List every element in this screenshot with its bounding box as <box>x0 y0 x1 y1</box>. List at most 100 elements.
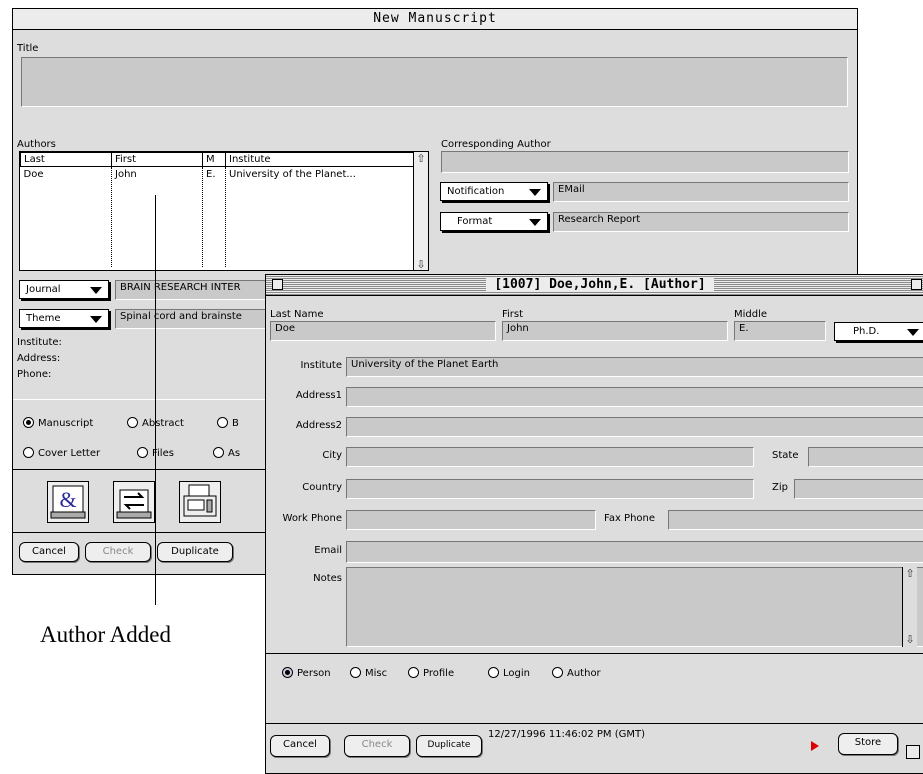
format-value: Research Report <box>553 212 849 232</box>
email-field[interactable] <box>346 541 923 563</box>
popup-arrow-icon <box>907 329 919 336</box>
theme-popup-label: Theme <box>26 313 61 324</box>
pointer-line <box>155 195 156 605</box>
resize-grip-icon[interactable] <box>906 745 920 759</box>
close-box-icon[interactable] <box>272 279 283 290</box>
degree-popup[interactable]: Ph.D. <box>834 322 923 341</box>
author-separator <box>266 653 923 654</box>
title-field[interactable] <box>21 57 848 107</box>
table-row[interactable]: Doe John E. University of the Planet... <box>21 166 415 267</box>
work-phone-label: Work Phone <box>282 513 342 524</box>
fax-phone-label: Fax Phone <box>604 513 656 524</box>
author-window: [1007] Doe,John,E. [Author] Last Name Do… <box>265 274 923 774</box>
address1-field[interactable] <box>346 387 923 407</box>
author-bottom-separator <box>266 723 923 724</box>
country-field[interactable] <box>346 479 754 499</box>
radio-dot <box>137 447 148 458</box>
authors-scrollbar[interactable]: ⇧ ⇩ <box>413 152 428 270</box>
author-last-cell: Doe <box>23 169 44 180</box>
check-button[interactable]: Check <box>85 542 151 562</box>
author-added-caption: Author Added <box>40 622 171 647</box>
cancel-button[interactable]: Cancel <box>270 735 330 757</box>
radio-dot <box>552 667 563 678</box>
popup-arrow-icon <box>90 316 102 323</box>
radio-b[interactable]: B <box>217 417 239 429</box>
ampersand-document-icon-graphic: & <box>50 485 86 519</box>
popup-arrow-icon <box>529 219 541 226</box>
radio-dot <box>282 667 293 678</box>
work-phone-field[interactable] <box>346 510 596 530</box>
transfer-icon-graphic <box>116 489 152 519</box>
middle-name-field[interactable]: E. <box>734 321 826 341</box>
journal-popup[interactable]: Journal <box>19 280 109 299</box>
radio-label: B <box>232 418 239 429</box>
radio-login[interactable]: Login <box>488 667 530 679</box>
scroll-down-arrow-icon[interactable]: ⇩ <box>414 258 428 270</box>
state-field[interactable] <box>808 447 923 467</box>
radio-manuscript[interactable]: Manuscript <box>23 417 93 429</box>
timestamp: 12/27/1996 11:46:02 PM (GMT) <box>488 729 646 740</box>
radio-dot <box>23 447 34 458</box>
radio-as[interactable]: As <box>213 447 240 459</box>
corresponding-author-field[interactable] <box>441 151 849 173</box>
radio-dot <box>213 447 224 458</box>
radio-profile[interactable]: Profile <box>408 667 454 679</box>
theme-value: Spinal cord and brainste <box>115 309 275 329</box>
city-field[interactable] <box>346 447 754 467</box>
notification-value: EMail <box>553 182 849 202</box>
author-window-titlebar[interactable]: [1007] Doe,John,E. [Author] <box>266 275 923 296</box>
radio-label: Abstract <box>142 418 184 429</box>
institute-field[interactable]: University of the Planet Earth <box>346 357 923 377</box>
column-header-institute[interactable]: Institute <box>225 152 415 167</box>
duplicate-button[interactable]: Duplicate <box>416 735 482 757</box>
radio-cover-letter[interactable]: Cover Letter <box>23 447 100 459</box>
fax-machine-icon[interactable] <box>179 481 221 523</box>
authors-table: Last First M Institute Doe John E. Unive… <box>20 152 415 267</box>
radio-person[interactable]: Person <box>282 667 331 679</box>
author-institute-cell: University of the Planet... <box>225 166 415 267</box>
notes-scrollbar[interactable]: ⇧ ⇩ <box>902 567 917 647</box>
zoom-box-icon[interactable] <box>911 279 922 290</box>
journal-value: BRAIN RESEARCH INTER <box>115 280 275 300</box>
authors-header-row: Last First M Institute <box>20 152 415 167</box>
authors-label: Authors <box>17 139 56 150</box>
radio-author[interactable]: Author <box>552 667 601 679</box>
phone-info-label: Phone: <box>17 369 52 380</box>
zip-field[interactable] <box>794 479 923 499</box>
fax-phone-field[interactable] <box>668 510 923 530</box>
address-info-label: Address: <box>17 353 61 364</box>
column-header-last[interactable]: Last <box>20 152 112 167</box>
middle-name-label: Middle <box>734 309 768 320</box>
scroll-up-arrow-icon[interactable]: ⇧ <box>414 152 428 166</box>
address2-label: Address2 <box>295 420 342 431</box>
email-label: Email <box>314 545 342 556</box>
check-button[interactable]: Check <box>344 735 410 757</box>
transfer-icon[interactable] <box>113 481 155 523</box>
radio-label: As <box>228 448 241 459</box>
address2-field[interactable] <box>346 417 923 437</box>
svg-text:&: & <box>59 487 76 512</box>
authors-list[interactable]: Last First M Institute Doe John E. Unive… <box>19 151 429 271</box>
column-header-middle[interactable]: M <box>202 152 226 167</box>
format-popup[interactable]: Format <box>440 212 548 231</box>
radio-label: Misc <box>365 668 388 679</box>
first-name-field[interactable]: John <box>502 321 728 341</box>
last-name-field[interactable]: Doe <box>270 321 496 341</box>
cancel-button[interactable]: Cancel <box>19 542 79 562</box>
play-arrow-icon[interactable] <box>811 741 819 751</box>
theme-popup[interactable]: Theme <box>19 309 109 328</box>
author-middle-cell: E. <box>202 166 226 267</box>
scroll-up-arrow-icon[interactable]: ⇧ <box>903 567 917 581</box>
store-button[interactable]: Store <box>838 733 898 755</box>
notes-field[interactable] <box>346 567 923 647</box>
duplicate-button[interactable]: Duplicate <box>157 542 233 562</box>
first-name-label: First <box>502 309 524 320</box>
column-header-first[interactable]: First <box>111 152 203 167</box>
window-titlebar[interactable]: New Manuscript <box>13 9 857 30</box>
radio-misc[interactable]: Misc <box>350 667 387 679</box>
radio-dot <box>127 417 138 428</box>
radio-label: Author <box>567 668 601 679</box>
scroll-down-arrow-icon[interactable]: ⇩ <box>903 633 917 647</box>
notification-popup[interactable]: Notification <box>440 182 548 201</box>
ampersand-document-icon[interactable]: & <box>47 481 89 523</box>
